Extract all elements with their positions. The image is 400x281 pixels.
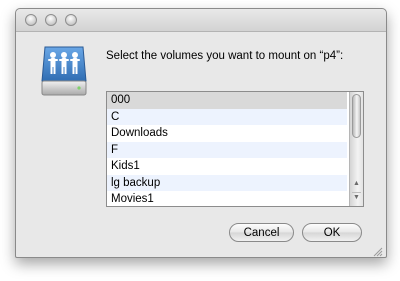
- volume-list-rows[interactable]: 000 C Downloads F Kids1 lg backup Movies…: [107, 92, 347, 206]
- list-item[interactable]: C: [107, 108, 347, 125]
- close-window-button[interactable]: [25, 14, 37, 26]
- volume-list[interactable]: 000 C Downloads F Kids1 lg backup Movies…: [106, 91, 364, 207]
- zoom-window-button[interactable]: [65, 14, 77, 26]
- resize-grip-icon[interactable]: [373, 244, 383, 257]
- minimize-window-button[interactable]: [45, 14, 57, 26]
- network-server-drive-icon: [39, 43, 89, 99]
- list-item[interactable]: Kids1: [107, 158, 347, 175]
- dialog-prompt: Select the volumes you want to mount on …: [106, 50, 344, 62]
- list-item[interactable]: lg backup: [107, 174, 347, 191]
- list-item[interactable]: F: [107, 141, 347, 158]
- ok-button[interactable]: OK: [302, 223, 362, 242]
- vertical-scrollbar[interactable]: ▲ ▼: [349, 92, 363, 206]
- scroll-up-arrow-icon[interactable]: ▲: [352, 179, 361, 189]
- list-item[interactable]: Downloads: [107, 125, 347, 142]
- list-item[interactable]: 000: [107, 92, 347, 109]
- list-item[interactable]: Movies1: [107, 191, 347, 206]
- scrollbar-thumb[interactable]: [352, 94, 361, 138]
- cancel-button[interactable]: Cancel: [229, 223, 294, 242]
- title-bar[interactable]: [16, 9, 386, 32]
- mount-volumes-dialog: Select the volumes you want to mount on …: [15, 8, 387, 258]
- scroll-down-arrow-icon[interactable]: ▼: [352, 192, 361, 203]
